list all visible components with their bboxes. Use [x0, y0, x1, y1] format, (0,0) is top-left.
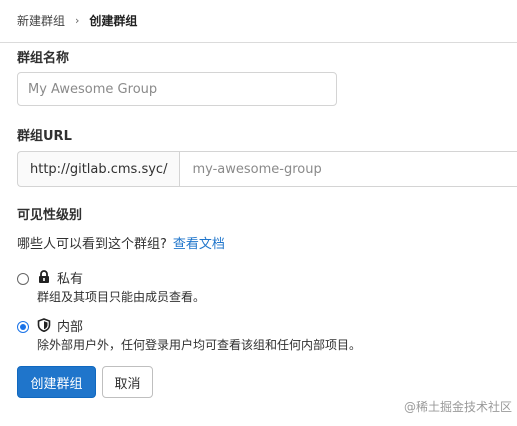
group-url-prefix: http://gitlab.cms.syc/	[17, 151, 180, 187]
private-option-label: 私有	[57, 271, 84, 287]
group-url-field: http://gitlab.cms.syc/	[17, 151, 517, 187]
visibility-option-private[interactable]: 私有 群组及其项目只能由成员查看。	[17, 268, 205, 305]
breadcrumb-parent-link[interactable]: 新建群组	[17, 12, 65, 29]
private-option-description: 群组及其项目只能由成员查看。	[37, 290, 206, 304]
visibility-help: 哪些人可以看到这个群组? 查看文档	[17, 233, 225, 252]
visibility-option-internal[interactable]: 内部 除外部用户外，任何登录用户均可查看该组和任何内部项目。	[17, 316, 361, 353]
breadcrumb-separator: ›	[75, 13, 80, 27]
group-name-input[interactable]	[17, 72, 337, 106]
internal-option-title: 内部	[37, 316, 361, 335]
internal-option-label: 内部	[57, 319, 84, 335]
group-url-input[interactable]	[179, 151, 517, 187]
shield-icon	[37, 318, 51, 332]
view-docs-link[interactable]: 查看文档	[173, 237, 225, 252]
group-url-label: 群组URL	[17, 129, 72, 144]
create-group-button[interactable]: 创建群组	[17, 366, 96, 398]
cancel-button[interactable]: 取消	[102, 366, 153, 398]
lock-icon	[37, 270, 51, 284]
private-option-body: 私有 群组及其项目只能由成员查看。	[37, 268, 205, 305]
private-option-title: 私有	[37, 268, 205, 287]
internal-option-body: 内部 除外部用户外，任何登录用户均可查看该组和任何内部项目。	[37, 316, 361, 353]
watermark: @稀土掘金技术社区	[404, 400, 513, 414]
private-radio[interactable]	[17, 273, 29, 285]
header-divider	[0, 42, 517, 43]
breadcrumb-current: 创建群组	[89, 13, 138, 28]
group-name-label: 群组名称	[17, 51, 70, 66]
internal-radio[interactable]	[17, 321, 29, 333]
visibility-label: 可见性级别	[17, 208, 83, 223]
visibility-help-text: 哪些人可以看到这个群组?	[17, 237, 167, 252]
internal-option-description: 除外部用户外，任何登录用户均可查看该组和任何内部项目。	[37, 338, 362, 352]
breadcrumb: 新建群组 › 创建群组	[17, 11, 137, 29]
